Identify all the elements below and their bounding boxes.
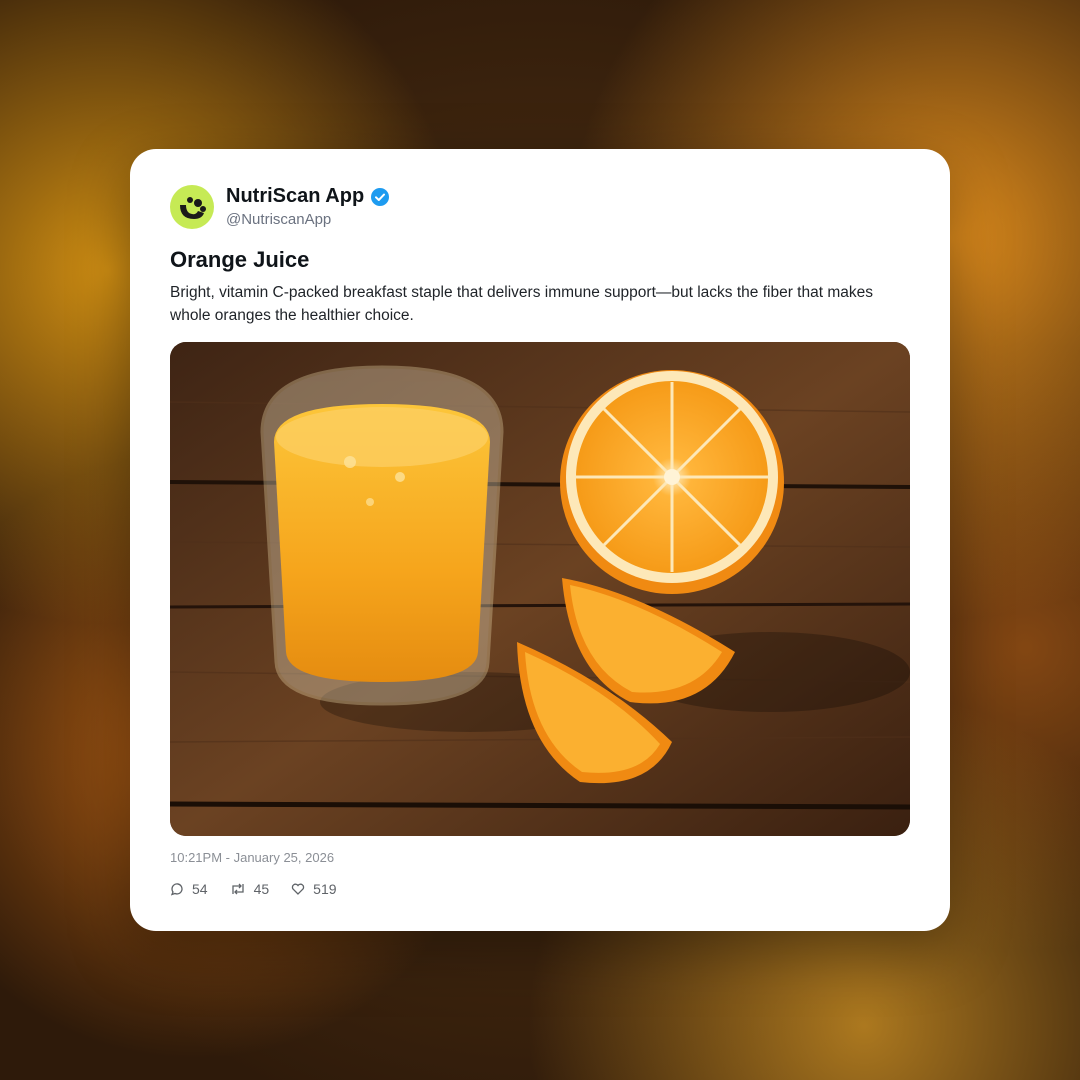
like-count: 519 — [313, 881, 337, 897]
repost-count: 45 — [253, 881, 270, 897]
display-name-text: NutriScan App — [226, 185, 365, 207]
user-handle[interactable]: @NutriscanApp — [226, 211, 331, 228]
post-description: Bright, vitamin C-packed breakfast stapl… — [170, 284, 873, 324]
post-timestamp: 10:21PM - January 25, 2026 — [170, 850, 335, 865]
reply-button[interactable]: 54 — [170, 881, 208, 897]
post-image[interactable] — [170, 342, 910, 836]
heart-icon — [291, 883, 305, 895]
comment-bubble-icon — [170, 883, 183, 896]
nutriscan-logo-icon — [180, 197, 206, 219]
avatar[interactable] — [170, 185, 214, 229]
repost-button[interactable]: 45 — [230, 881, 270, 897]
verified-check-icon — [370, 187, 390, 207]
display-name[interactable]: NutriScan App — [226, 185, 390, 208]
like-button[interactable]: 519 — [291, 881, 337, 897]
repost-arrows-icon — [231, 883, 244, 895]
engagement-bar: 54 45 519 — [170, 881, 359, 897]
post-title: Orange Juice — [170, 247, 310, 272]
post-card: NutriScan App @NutriscanApp Orange Juice… — [130, 149, 950, 931]
reply-count: 54 — [192, 881, 208, 897]
